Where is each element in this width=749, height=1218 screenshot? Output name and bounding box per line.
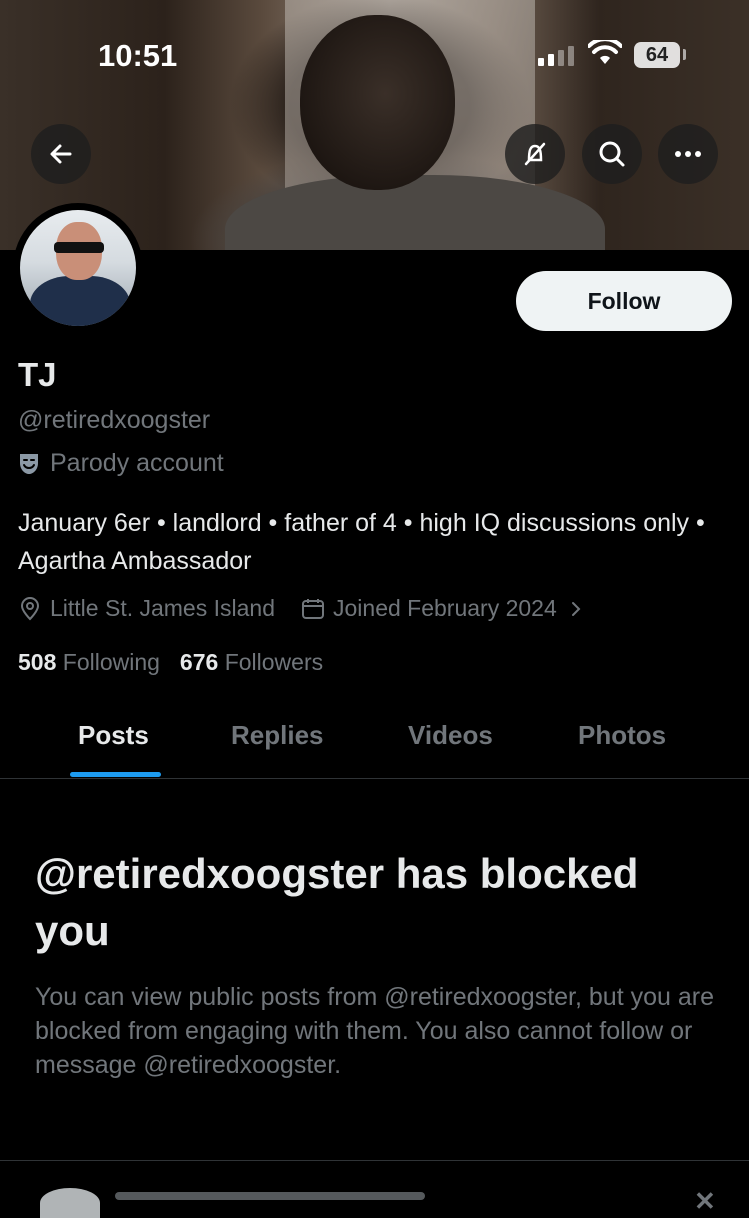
chevron-right-icon [571,601,581,616]
joined-item[interactable]: Joined February 2024 [301,595,583,622]
follow-button[interactable]: Follow [516,271,732,331]
status-bar: 10:51 64 [0,0,749,100]
tab-videos[interactable]: Videos [408,720,493,751]
more-button[interactable] [658,124,718,184]
profile-name: TJ [18,356,57,393]
followers-label: Followers [224,649,324,675]
search-button[interactable] [582,124,642,184]
blocked-title: @retiredxoogster has blocked you [35,850,639,954]
battery-icon: 64 [634,42,680,68]
location-text: Little St. James Island [50,595,275,621]
theater-mask-icon [20,453,38,474]
blocked-message: You can view public posts from @retiredx… [35,983,714,1079]
cellular-signal-icon [538,46,574,66]
notifications-off-button[interactable] [505,124,565,184]
arrow-left-icon [50,144,72,164]
search-icon [599,141,625,167]
next-item-text [115,1192,425,1200]
profile-meta: Little St. James Island Joined February … [18,595,583,622]
location-item: Little St. James Island [18,595,275,622]
followers-count: 676 [179,649,219,675]
following-label: Following [62,649,160,675]
back-button[interactable] [31,124,91,184]
avatar-photo [20,210,136,326]
status-time: 10:51 [98,38,178,73]
profile-stats: 508 Following 676 Followers [18,649,323,676]
more-icon [675,151,701,157]
next-item-avatar [40,1188,100,1218]
calendar-icon [302,598,324,619]
following-count: 508 [18,649,57,675]
tab-posts[interactable]: Posts [78,720,149,751]
tab-replies[interactable]: Replies [231,720,324,751]
tab-photos[interactable]: Photos [578,720,666,751]
following-link[interactable]: 508 Following [18,649,160,676]
close-icon[interactable]: ✕ [694,1186,716,1217]
divider [0,1160,749,1161]
banner-person-body [225,175,605,250]
parody-label[interactable]: Parody account [18,449,224,478]
wifi-icon [588,40,622,64]
battery-tip [683,49,686,60]
followers-link[interactable]: 676 Followers [180,649,323,676]
profile-bio: January 6er • landlord • father of 4 • h… [18,509,705,575]
avatar[interactable] [17,207,139,329]
bell-slash-icon [524,142,546,166]
profile-tabs: Posts Replies Videos Photos [0,700,749,779]
location-pin-icon [20,596,40,620]
profile-handle: @retiredxoogster [18,406,211,434]
joined-text: Joined February 2024 [333,595,557,621]
active-tab-indicator [70,772,161,777]
parody-label-text: Parody account [50,449,224,477]
